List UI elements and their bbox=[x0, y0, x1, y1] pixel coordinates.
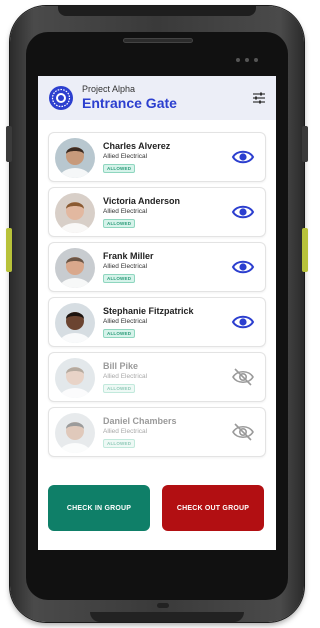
worker-company: Allied Electrical bbox=[103, 263, 148, 270]
avatar bbox=[55, 248, 95, 288]
worker-company: Allied Electrical bbox=[103, 208, 148, 215]
worker-company: Allied Electrical bbox=[103, 373, 148, 380]
group-actions: CHECK IN GROUP CHECK OUT GROUP bbox=[48, 485, 266, 531]
microphone bbox=[157, 603, 169, 608]
avatar bbox=[55, 358, 95, 398]
filter-sliders-icon[interactable] bbox=[252, 91, 266, 105]
worker-card[interactable]: Stephanie Fitzpatrick Allied Electrical … bbox=[48, 297, 266, 347]
check-out-group-button[interactable]: CHECK OUT GROUP bbox=[162, 485, 264, 531]
side-button bbox=[302, 126, 308, 162]
worker-card[interactable]: Charles Alverez Allied Electrical ALLOWE… bbox=[48, 132, 266, 182]
worker-name: Daniel Chambers bbox=[103, 416, 177, 426]
scan-trigger-button bbox=[302, 228, 308, 272]
gate-title: Entrance Gate bbox=[82, 95, 177, 111]
scan-trigger-button bbox=[6, 228, 12, 272]
project-logo-icon bbox=[49, 86, 73, 110]
earpiece-speaker bbox=[123, 38, 193, 43]
device-bottom-bumper bbox=[90, 612, 244, 622]
worker-name: Victoria Anderson bbox=[103, 196, 181, 206]
status-badge: ALLOWED bbox=[103, 329, 136, 338]
status-badge: ALLOWED bbox=[103, 384, 136, 393]
status-badge: ALLOWED bbox=[103, 274, 136, 283]
project-name: Project Alpha bbox=[82, 84, 136, 94]
app-header: Project Alpha Entrance Gate bbox=[38, 76, 276, 120]
worker-card[interactable]: Daniel Chambers Allied Electrical ALLOWE… bbox=[48, 407, 266, 457]
worker-name: Frank Miller bbox=[103, 251, 154, 261]
front-sensors bbox=[236, 58, 258, 62]
avatar bbox=[55, 303, 95, 343]
device-top-bumper bbox=[58, 6, 256, 16]
worker-company: Allied Electrical bbox=[103, 318, 148, 325]
worker-list: Charles Alverez Allied Electrical ALLOWE… bbox=[48, 132, 266, 462]
status-badge: ALLOWED bbox=[103, 164, 136, 173]
status-badge: ALLOWED bbox=[103, 439, 136, 448]
worker-name: Bill Pike bbox=[103, 361, 139, 371]
worker-company: Allied Electrical bbox=[103, 428, 148, 435]
worker-card[interactable]: Bill Pike Allied Electrical ALLOWED bbox=[48, 352, 266, 402]
worker-card[interactable]: Frank Miller Allied Electrical ALLOWED bbox=[48, 242, 266, 292]
worker-name: Charles Alverez bbox=[103, 141, 171, 151]
app-screen: Project Alpha Entrance Gate Charles Alve… bbox=[38, 76, 276, 550]
worker-name: Stephanie Fitzpatrick bbox=[103, 306, 194, 316]
avatar bbox=[55, 138, 95, 178]
worker-company: Allied Electrical bbox=[103, 153, 148, 160]
worker-card[interactable]: Victoria Anderson Allied Electrical ALLO… bbox=[48, 187, 266, 237]
side-button bbox=[6, 126, 12, 162]
check-in-group-button[interactable]: CHECK IN GROUP bbox=[48, 485, 150, 531]
avatar bbox=[55, 193, 95, 233]
status-badge: ALLOWED bbox=[103, 219, 136, 228]
avatar bbox=[55, 413, 95, 453]
